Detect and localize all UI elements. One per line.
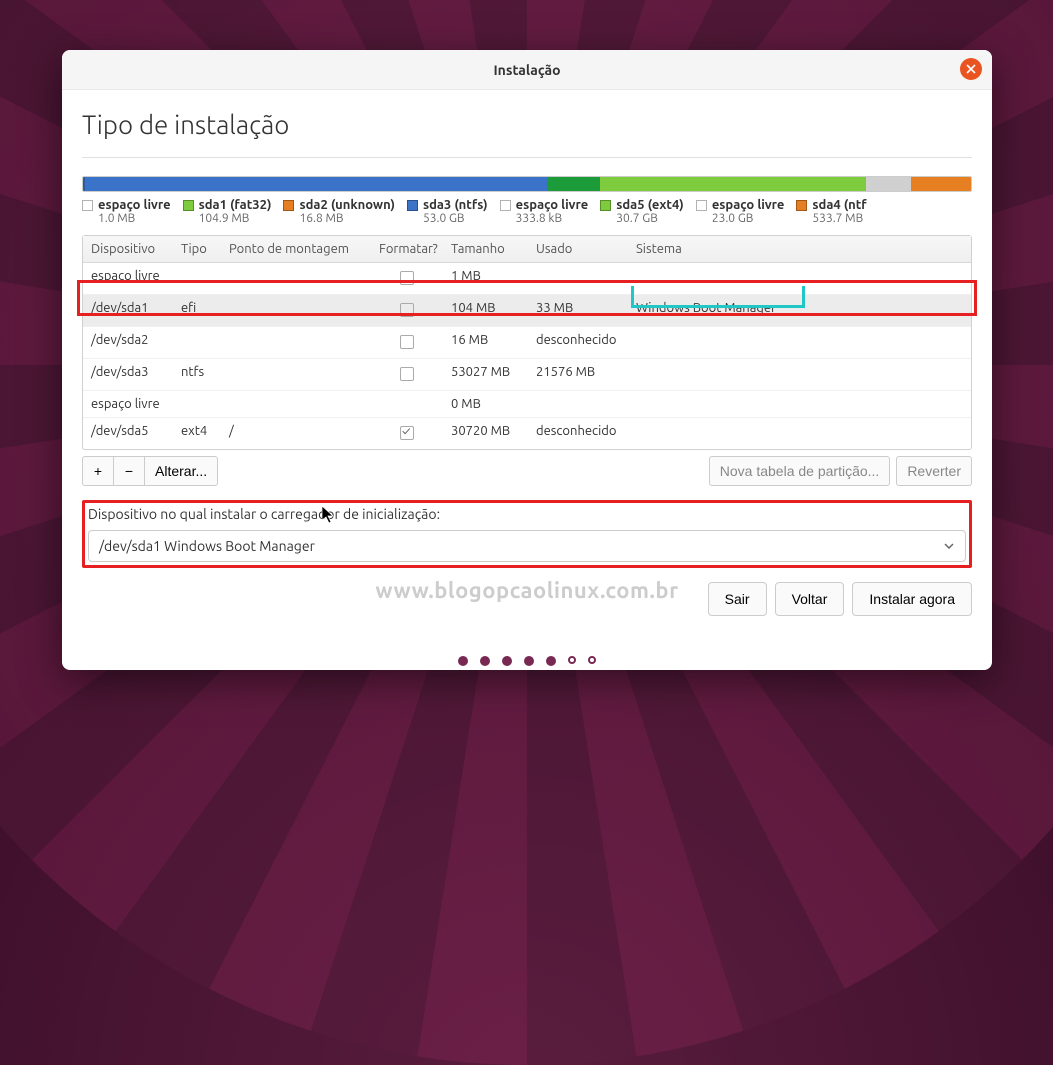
disk-segment xyxy=(866,177,910,191)
disk-legend: espaço livre1.0 MBsda1 (fat32)104.9 MBsd… xyxy=(82,198,972,225)
th-used[interactable]: Usado xyxy=(528,236,628,262)
action-buttons: Sair Voltar Instalar agora xyxy=(82,582,972,616)
legend-item: espaço livre1.0 MB xyxy=(82,198,183,225)
legend-item: sda2 (unknown)16.8 MB xyxy=(283,198,406,225)
format-checkbox[interactable] xyxy=(400,303,414,317)
format-checkbox[interactable] xyxy=(400,426,414,440)
partition-table: Dispositivo Tipo Ponto de montagem Forma… xyxy=(82,235,972,450)
table-row[interactable]: /dev/sda5ext4/30720 MBdesconhecido xyxy=(83,418,971,449)
legend-item: sda5 (ext4)30.7 GB xyxy=(600,198,696,225)
installer-window: Instalação Tipo de instalação espaço liv… xyxy=(62,50,992,670)
add-partition-button[interactable]: + xyxy=(82,456,114,486)
legend-item: sda4 (ntf533.7 MB xyxy=(796,198,878,225)
progress-dot xyxy=(480,656,490,666)
bootloader-label: Dispositivo no qual instalar o carregado… xyxy=(88,506,966,522)
table-body: espaço livre1 MB/dev/sda1efi104 MB33 MBW… xyxy=(83,263,971,449)
legend-item: espaço livre333.8 kB xyxy=(500,198,601,225)
window-title: Instalação xyxy=(493,62,560,78)
th-mount[interactable]: Ponto de montagem xyxy=(221,236,371,262)
progress-dot xyxy=(568,656,576,664)
close-button[interactable] xyxy=(960,58,982,80)
install-button[interactable]: Instalar agora xyxy=(852,582,972,616)
legend-item: espaço livre23.0 GB xyxy=(696,198,797,225)
format-checkbox[interactable] xyxy=(400,367,414,381)
back-button[interactable]: Voltar xyxy=(775,582,845,616)
th-format[interactable]: Formatar? xyxy=(371,236,443,262)
disk-segment xyxy=(600,177,866,191)
table-row[interactable]: espaço livre0 MB xyxy=(83,391,971,418)
progress-dot xyxy=(546,656,556,666)
page-title: Tipo de instalação xyxy=(82,110,972,139)
th-size[interactable]: Tamanho xyxy=(443,236,528,262)
format-checkbox[interactable] xyxy=(400,271,414,285)
bootloader-value: /dev/sda1 Windows Boot Manager xyxy=(99,538,315,554)
format-checkbox[interactable] xyxy=(400,335,414,349)
legend-item: sda1 (fat32)104.9 MB xyxy=(183,198,284,225)
th-type[interactable]: Tipo xyxy=(173,236,221,262)
progress-dots xyxy=(82,656,972,666)
change-partition-button[interactable]: Alterar... xyxy=(144,456,218,486)
progress-dot xyxy=(458,656,468,666)
chevron-down-icon xyxy=(943,539,955,555)
partition-toolbar: + − Alterar... Nova tabela de partição..… xyxy=(82,456,972,486)
progress-dot xyxy=(588,656,596,664)
disk-usage-bar xyxy=(82,176,972,192)
new-partition-table-button[interactable]: Nova tabela de partição... xyxy=(709,456,891,486)
close-icon xyxy=(966,64,976,74)
progress-dot xyxy=(502,656,512,666)
legend-item: sda3 (ntfs)53.0 GB xyxy=(407,198,500,225)
th-device[interactable]: Dispositivo xyxy=(83,236,173,262)
bootloader-select[interactable]: /dev/sda1 Windows Boot Manager xyxy=(88,530,966,562)
table-row[interactable]: espaço livre1 MB xyxy=(83,263,971,295)
titlebar: Instalação xyxy=(62,50,992,90)
disk-segment xyxy=(911,177,971,191)
quit-button[interactable]: Sair xyxy=(708,582,767,616)
table-row[interactable]: /dev/sda1efi104 MB33 MBWindows Boot Mana… xyxy=(83,295,971,327)
revert-button[interactable]: Reverter xyxy=(896,456,972,486)
table-header: Dispositivo Tipo Ponto de montagem Forma… xyxy=(83,236,971,263)
divider xyxy=(82,157,972,158)
remove-partition-button[interactable]: − xyxy=(113,456,145,486)
disk-segment xyxy=(85,177,547,191)
table-row[interactable]: /dev/sda3ntfs53027 MB21576 MB xyxy=(83,359,971,391)
th-system[interactable]: Sistema xyxy=(628,236,971,262)
progress-dot xyxy=(524,656,534,666)
bootloader-section: Dispositivo no qual instalar o carregado… xyxy=(82,500,972,568)
disk-segment xyxy=(547,177,600,191)
table-row[interactable]: /dev/sda216 MBdesconhecido xyxy=(83,327,971,359)
